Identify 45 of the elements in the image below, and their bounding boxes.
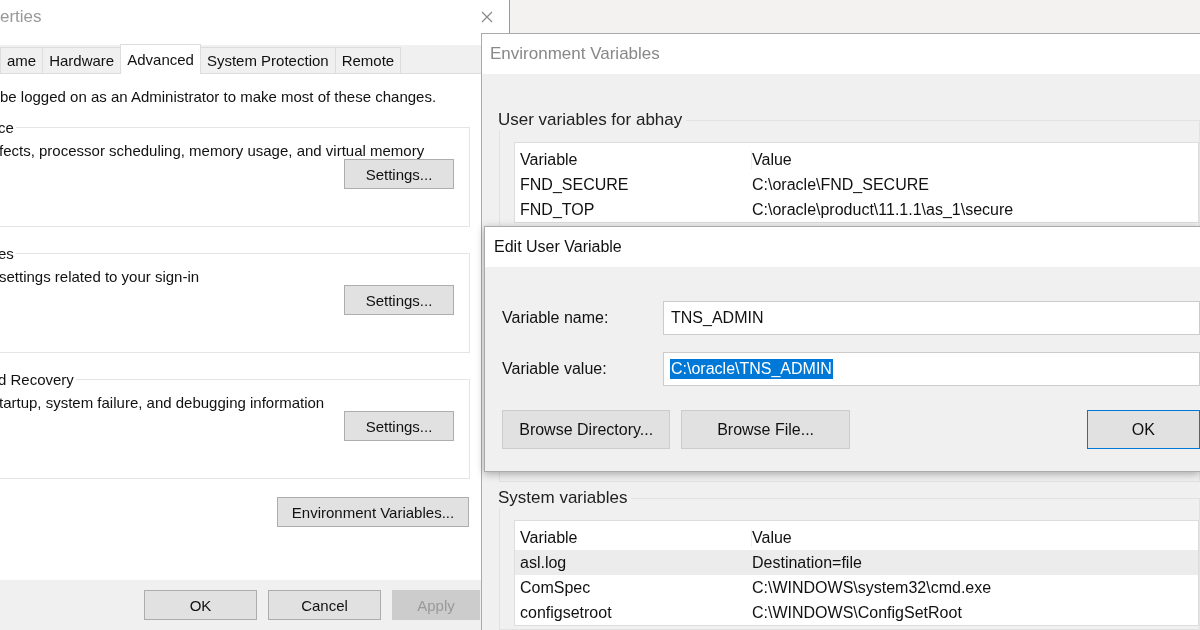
- variable-row[interactable]: FND_SECURE C:\oracle\FND_SECURE: [515, 172, 1198, 197]
- tab[interactable]: Advanced: [120, 44, 201, 74]
- column-header[interactable]: Value: [752, 150, 1198, 169]
- dialog-button[interactable]: OK: [1086, 410, 1200, 449]
- variable-value: C:\oracle\FND_SECURE: [752, 175, 930, 194]
- field-label: Variable name:: [502, 309, 610, 327]
- tab[interactable]: Remote: [334, 47, 402, 73]
- group-description: tartup, system failure, and debugging information: [0, 394, 326, 411]
- group-title: System variables: [497, 488, 629, 508]
- variable-name: FND_SECURE: [520, 175, 630, 194]
- variable-name: asl.log: [520, 553, 568, 572]
- variable-row[interactable]: asl.log Destination=file: [515, 550, 1198, 575]
- variable-name: FND_TOP: [520, 200, 596, 219]
- settings-button[interactable]: Settings...: [344, 285, 454, 315]
- notice-text: be logged on as an Administrator to make most of these changes.: [0, 88, 438, 105]
- variable-value: C:\oracle\product\11.1.1\as_1\secure: [752, 200, 1015, 219]
- variable-name: ComSpec: [520, 578, 592, 597]
- input-field[interactable]: C:\oracle\TNS_ADMIN: [663, 352, 1200, 386]
- group-description: settings related to your sign-in: [0, 268, 201, 285]
- tab[interactable]: ame: [0, 47, 44, 73]
- window-title: Environment Variables: [482, 34, 1200, 74]
- group-title: User variables for abhay: [497, 110, 684, 130]
- group-description: fects, processor scheduling, memory usage, and virtual memory: [0, 142, 426, 159]
- column-header[interactable]: Value: [752, 528, 1198, 547]
- variable-row[interactable]: FND_TOP C:\oracle\product\11.1.1\as_1\secure: [515, 197, 1198, 222]
- dialog-button[interactable]: Cancel: [268, 590, 381, 620]
- column-header[interactable]: Variable: [520, 528, 752, 547]
- variable-value: Destination=file: [752, 553, 863, 572]
- dialog-button[interactable]: Browse File...: [681, 410, 850, 449]
- environment-variables-button[interactable]: Environment Variables...: [277, 497, 469, 527]
- close-icon[interactable]: [481, 11, 493, 23]
- dialog-button[interactable]: Browse Directory...: [502, 410, 671, 449]
- input-field[interactable]: TNS_ADMIN: [663, 301, 1200, 335]
- dialog-button[interactable]: OK: [144, 590, 257, 620]
- variable-row[interactable]: ComSpec C:\WINDOWS\system32\cmd.exe: [515, 575, 1198, 600]
- variable-value: C:\WINDOWS\ConfigSetRoot: [752, 603, 963, 622]
- column-header[interactable]: Variable: [520, 150, 752, 169]
- variable-row[interactable]: configsetroot C:\WINDOWS\ConfigSetRoot: [515, 600, 1198, 625]
- variable-name: configsetroot: [520, 603, 613, 622]
- window-title: erties: [0, 7, 42, 27]
- variable-value: C:\WINDOWS\system32\cmd.exe: [752, 578, 993, 597]
- settings-button[interactable]: Settings...: [344, 159, 454, 189]
- settings-button[interactable]: Settings...: [344, 411, 454, 441]
- field-label: Variable value:: [502, 360, 608, 378]
- dialog-title: Edit User Variable: [485, 227, 1200, 267]
